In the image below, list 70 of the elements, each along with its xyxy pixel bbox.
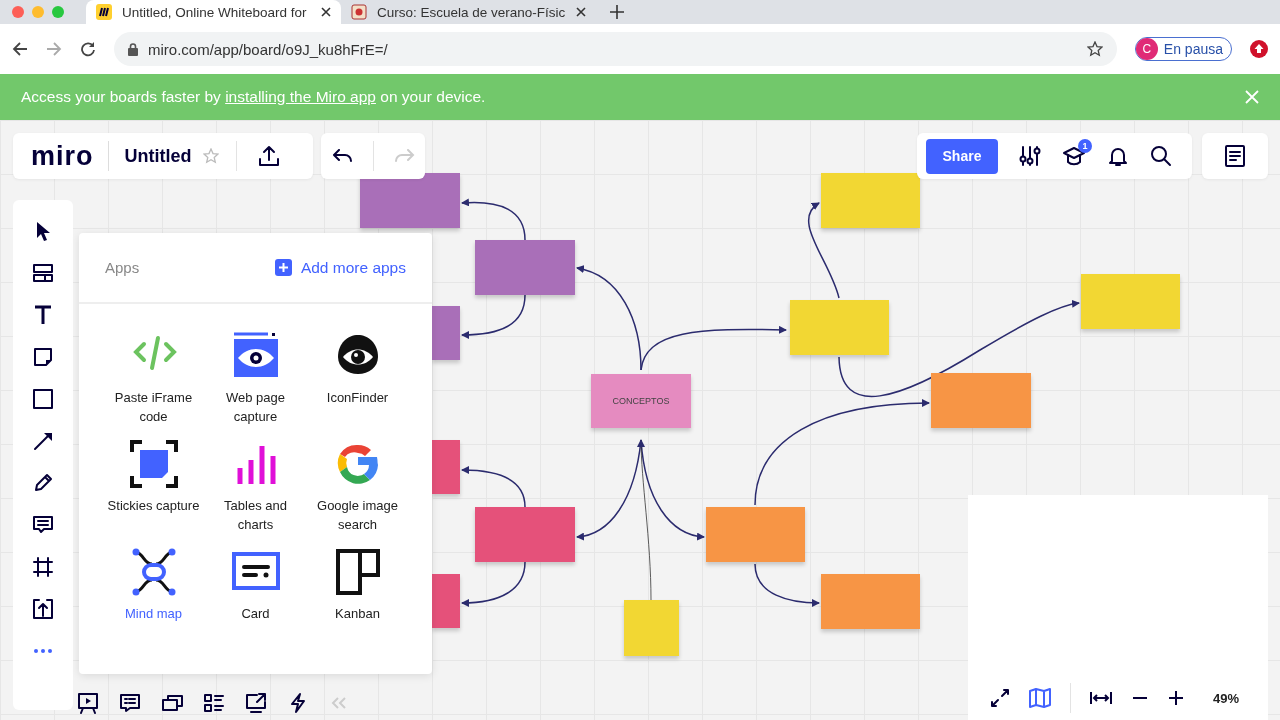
connector-arrow <box>461 561 526 607</box>
map-icon[interactable] <box>1028 687 1052 709</box>
close-icon[interactable] <box>321 7 331 17</box>
comment-icon[interactable] <box>32 514 54 536</box>
app-tile[interactable]: Mind map <box>102 548 205 623</box>
screen-share-icon[interactable] <box>245 691 267 714</box>
connector-arrow <box>461 198 526 241</box>
profile-status: En pausa <box>1163 41 1223 57</box>
app-tile[interactable]: Kanban <box>306 548 409 623</box>
close-icon[interactable] <box>576 7 586 17</box>
lock-icon <box>128 42 138 56</box>
rectangle-icon[interactable] <box>32 388 54 410</box>
browser-tab[interactable]: Untitled, Online Whiteboard for <box>86 0 341 24</box>
settings-sliders-icon[interactable] <box>1019 145 1041 167</box>
app-tile[interactable]: Tables and charts <box>204 440 307 534</box>
presentation-icon[interactable] <box>77 691 99 714</box>
star-icon[interactable] <box>202 148 219 164</box>
zoom-in-icon[interactable] <box>1167 689 1185 707</box>
app-tile[interactable]: Card <box>204 548 307 623</box>
panel-title: Apps <box>105 259 140 276</box>
graduation-cap-icon[interactable] <box>1062 145 1086 167</box>
zoom-level[interactable]: 49% <box>1213 690 1240 706</box>
sticky-note-icon[interactable] <box>32 346 54 368</box>
favicon-icon <box>96 4 112 20</box>
add-more-apps-link[interactable]: Add more apps <box>274 258 406 277</box>
favicon-icon <box>351 4 367 20</box>
eye-icon <box>231 332 280 380</box>
miro-logo[interactable]: miro <box>13 141 109 171</box>
notifications-icon[interactable] <box>1107 145 1129 167</box>
fullscreen-icon[interactable] <box>990 688 1010 708</box>
arrow-line-icon[interactable] <box>32 430 54 452</box>
address-bar[interactable]: miro.com/app/board/o9J_ku8hFrE=/ <box>114 32 1117 66</box>
app-tile[interactable]: IconFinder <box>306 332 409 426</box>
app-tile[interactable]: Paste iFrame code <box>102 332 205 426</box>
document-icon[interactable] <box>1225 145 1245 167</box>
url-text: miro.com/app/board/o9J_ku8hFrE=/ <box>148 40 389 58</box>
search-icon[interactable] <box>1150 145 1172 167</box>
kanban-icon <box>333 548 382 596</box>
share-button[interactable]: Share <box>926 138 998 174</box>
export-icon[interactable] <box>257 145 280 167</box>
fit-width-icon[interactable] <box>1089 691 1113 705</box>
star-icon[interactable] <box>1086 41 1103 57</box>
text-tool-icon[interactable] <box>32 304 54 326</box>
update-icon[interactable] <box>1250 40 1268 58</box>
upload-icon[interactable] <box>32 598 54 620</box>
sticky-note[interactable] <box>360 173 460 228</box>
pencil-icon[interactable] <box>32 472 54 494</box>
connector-arrow <box>461 294 526 339</box>
connector-arrow <box>461 466 526 508</box>
app-tile[interactable]: Web page capture <box>204 332 307 426</box>
undo-icon[interactable] <box>331 149 352 163</box>
new-tab-icon[interactable] <box>610 5 624 19</box>
banner-message: Access your boards faster by installing the Miro app on your device. <box>21 88 486 106</box>
browser-tab[interactable]: Curso: Escuela de verano-Físic <box>341 0 596 24</box>
app-tile[interactable]: Google image search <box>306 440 409 534</box>
app-tile[interactable]: Stickies capture <box>102 440 205 534</box>
connector-arrow <box>754 563 820 607</box>
plus-icon <box>274 259 292 276</box>
sticky-text: CONCEPTOS <box>612 396 670 406</box>
outline-list-icon[interactable] <box>203 691 225 714</box>
back-icon[interactable] <box>12 41 28 57</box>
capture-frame-icon <box>129 440 178 488</box>
sticky-note[interactable]: CONCEPTOS <box>591 374 691 428</box>
reload-icon[interactable] <box>80 41 96 57</box>
notification-badge: 1 <box>1078 139 1092 153</box>
chat-list-icon[interactable] <box>119 691 141 714</box>
frame-icon[interactable] <box>32 556 54 578</box>
templates-icon[interactable] <box>32 262 54 284</box>
board-title[interactable]: Untitled <box>108 145 192 167</box>
profile-avatar: C <box>1135 38 1158 60</box>
